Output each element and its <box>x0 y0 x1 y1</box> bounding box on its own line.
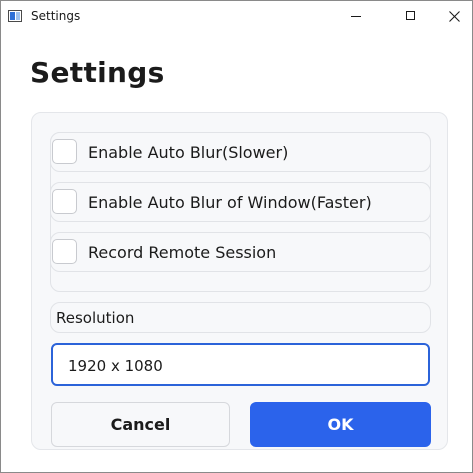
resolution-input[interactable]: 1920 x 1080 <box>51 343 430 386</box>
minimize-button[interactable] <box>334 1 380 32</box>
title-bar[interactable]: Settings <box>1 1 472 32</box>
auto-blur-window-label: Enable Auto Blur of Window(Faster) <box>88 193 372 212</box>
option-record-remote-session[interactable]: Record Remote Session <box>50 232 431 272</box>
option-auto-blur[interactable]: Enable Auto Blur(Slower) <box>50 132 431 172</box>
resolution-value: 1920 x 1080 <box>68 357 163 375</box>
page-title: Settings <box>30 56 165 89</box>
app-icon <box>8 10 22 22</box>
content-area: Settings Enable Auto Blur(Slower) Enable… <box>1 32 472 472</box>
record-remote-session-label: Record Remote Session <box>88 243 277 262</box>
close-button[interactable] <box>432 1 473 32</box>
option-auto-blur-window[interactable]: Enable Auto Blur of Window(Faster) <box>50 182 431 222</box>
settings-window: Settings Settings Enable Auto Blur(Slowe… <box>0 0 473 473</box>
record-remote-session-checkbox[interactable] <box>52 239 77 264</box>
auto-blur-checkbox[interactable] <box>52 139 77 164</box>
options-group: Enable Auto Blur(Slower) Enable Auto Blu… <box>50 132 431 292</box>
cancel-button[interactable]: Cancel <box>51 402 230 447</box>
window-title: Settings <box>31 9 81 23</box>
maximize-icon <box>406 11 415 20</box>
resolution-label: Resolution <box>56 309 135 327</box>
resolution-label-box: Resolution <box>50 302 431 333</box>
maximize-button[interactable] <box>387 1 433 32</box>
close-icon <box>449 11 460 22</box>
auto-blur-window-checkbox[interactable] <box>52 189 77 214</box>
settings-panel: Enable Auto Blur(Slower) Enable Auto Blu… <box>31 112 448 450</box>
minimize-icon <box>351 16 361 17</box>
auto-blur-label: Enable Auto Blur(Slower) <box>88 143 289 162</box>
ok-button[interactable]: OK <box>250 402 431 447</box>
